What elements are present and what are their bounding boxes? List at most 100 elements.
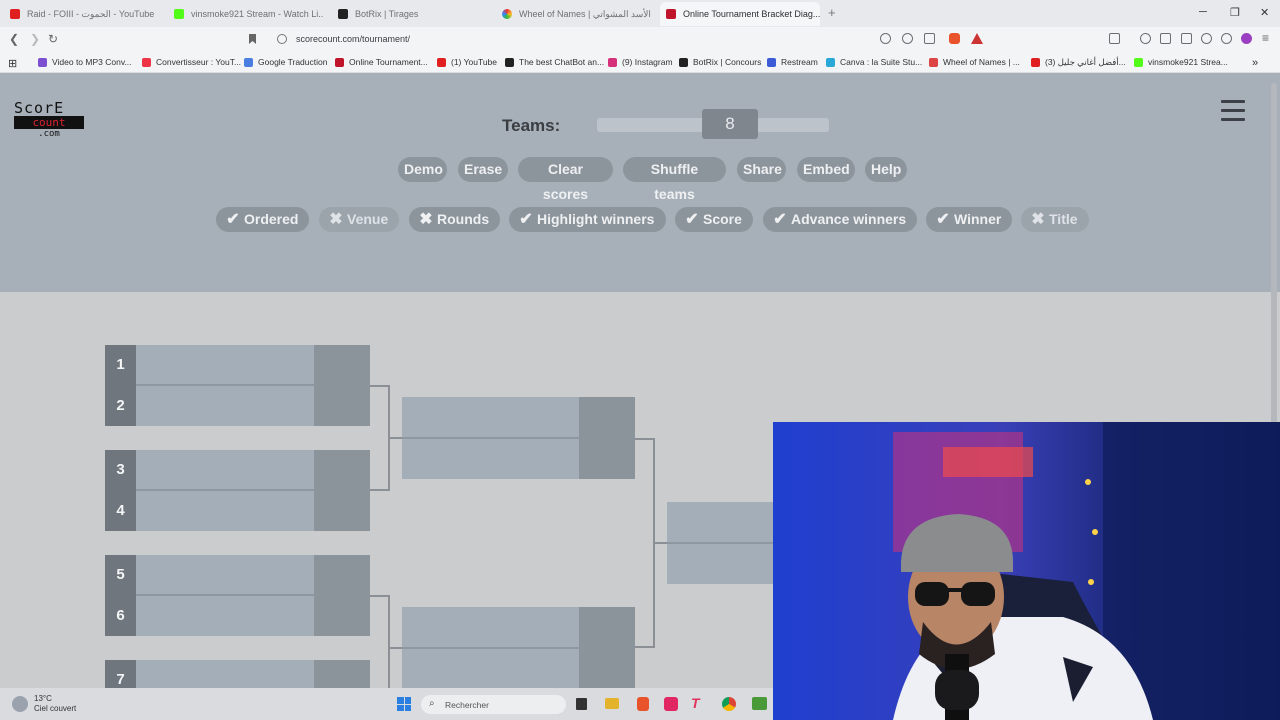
option-highlight-winners[interactable]: ✔ Highlight winners — [509, 207, 666, 232]
brave-browser-icon[interactable] — [637, 697, 649, 711]
option-winner[interactable]: ✔ Winner — [926, 207, 1012, 232]
demo-button[interactable]: Demo — [398, 157, 447, 182]
window-close-icon[interactable]: ✕ — [1260, 6, 1269, 19]
option-title[interactable]: ✖ Title — [1021, 207, 1089, 232]
hamburger-menu-icon[interactable] — [1221, 100, 1245, 122]
chrome-icon[interactable] — [722, 697, 736, 711]
share-icon[interactable] — [924, 33, 935, 44]
option-venue[interactable]: ✖ Venue — [319, 207, 399, 232]
bookmark-item[interactable]: The best ChatBot an... — [505, 57, 604, 67]
team-name-field[interactable] — [402, 397, 579, 437]
leo-icon[interactable] — [1201, 33, 1212, 44]
bookmark-item[interactable]: BotRix | Concours — [679, 57, 761, 67]
bookmark-item[interactable]: (3) أفضل أغاني جليل... — [1031, 57, 1126, 68]
tab-youtube-raid[interactable]: Raid - FOIII - الحموت - YouTube — [10, 4, 170, 24]
file-explorer-icon[interactable] — [605, 698, 619, 709]
clear-scores-button[interactable]: Clear scores — [518, 157, 613, 202]
option-advance-winners[interactable]: ✔ Advance winners — [763, 207, 917, 232]
bookmark-item[interactable]: vinsmoke921 Strea... — [1134, 57, 1228, 67]
score-field[interactable] — [579, 397, 635, 479]
bookmark-item[interactable]: (9) Instagram — [608, 57, 673, 67]
score-field[interactable] — [314, 555, 370, 636]
team-name-field[interactable] — [136, 555, 314, 595]
seed-number: 3 — [116, 461, 125, 478]
tab-kick-stream[interactable]: vinsmoke921 Stream - Watch Li... — [174, 4, 324, 24]
typora-icon[interactable]: T — [691, 695, 700, 711]
score-field[interactable] — [579, 607, 635, 688]
windows-start-icon[interactable] — [397, 697, 411, 711]
taskbar-search-box[interactable]: ⌕ Rechercher — [421, 695, 566, 714]
zoom-icon[interactable] — [902, 33, 913, 44]
more-menu-icon[interactable]: ≡ — [1262, 31, 1269, 45]
sidebar-icon[interactable] — [1160, 33, 1171, 44]
team-name-field[interactable] — [136, 491, 314, 531]
team-name-field[interactable] — [402, 649, 579, 688]
bookmark-icon[interactable] — [249, 34, 256, 44]
minimize-icon[interactable]: ─ — [1199, 6, 1207, 18]
teams-slider-thumb[interactable]: 8 — [702, 109, 758, 139]
media-icon[interactable] — [1140, 33, 1151, 44]
profile-icon[interactable] — [1241, 33, 1252, 44]
tab-botrix-tirages[interactable]: BotRix | Tirages — [338, 4, 488, 24]
option-rounds[interactable]: ✖ Rounds — [409, 207, 500, 232]
bookmark-item[interactable]: Online Tournament... — [335, 57, 428, 67]
bookmark-item[interactable]: Video to MP3 Conv... — [38, 57, 132, 67]
score-field[interactable] — [314, 345, 370, 426]
help-button[interactable]: Help — [865, 157, 907, 182]
bookmark-item[interactable]: Convertisseur : YouT... — [142, 57, 241, 67]
brave-shield-icon[interactable] — [949, 33, 960, 44]
url-field[interactable]: scorecount.com/tournament/ — [296, 34, 410, 44]
new-tab-button[interactable]: + — [828, 5, 836, 20]
team-name-field[interactable] — [136, 386, 314, 426]
task-view-icon[interactable] — [576, 698, 587, 710]
weather-icon[interactable] — [12, 696, 28, 712]
bookmark-favicon — [335, 57, 344, 67]
bookmark-favicon — [1031, 58, 1040, 67]
bookmark-item[interactable]: Canva : la Suite Stu... — [826, 57, 922, 67]
bookmark-item[interactable]: (1) YouTube — [437, 57, 497, 67]
logo-text-top: ScorE — [14, 99, 65, 117]
score-field[interactable] — [314, 660, 370, 688]
team-name-field[interactable] — [136, 660, 314, 688]
wallet-icon[interactable] — [1181, 33, 1192, 44]
screenshot-icon[interactable] — [1109, 33, 1120, 44]
team-name-field[interactable] — [136, 450, 314, 490]
tab-title: Online Tournament Bracket Diag... — [683, 9, 820, 19]
app-icon[interactable] — [752, 697, 767, 710]
cross-icon: ✖ — [329, 211, 343, 228]
vpn-icon[interactable] — [1221, 33, 1232, 44]
translate-icon[interactable] — [880, 33, 891, 44]
team-name-field[interactable] — [402, 607, 579, 647]
forward-icon[interactable]: ❯ — [30, 32, 40, 46]
webcam-image — [773, 422, 1280, 720]
reload-icon[interactable]: ↻ — [48, 32, 58, 46]
scorecount-logo[interactable]: ScorE count .com — [14, 101, 84, 143]
more-bookmarks-icon[interactable]: » — [1252, 57, 1258, 69]
option-score[interactable]: ✔ Score — [675, 207, 753, 232]
bracket-connector — [635, 438, 655, 440]
back-icon[interactable]: ❮ — [9, 32, 19, 46]
page-scrollbar[interactable] — [1271, 83, 1277, 423]
site-info-icon[interactable] — [277, 34, 287, 44]
tab-tournament-active[interactable]: Online Tournament Bracket Diag... ✕ — [660, 2, 820, 26]
team-name-field[interactable] — [136, 596, 314, 636]
bracket-connector — [370, 595, 390, 597]
erase-button[interactable]: Erase — [458, 157, 508, 182]
maximize-icon[interactable]: ❐ — [1230, 6, 1240, 19]
rewards-icon[interactable] — [971, 33, 983, 44]
bookmark-item[interactable]: Google Traduction — [244, 57, 327, 67]
option-ordered[interactable]: ✔ Ordered — [216, 207, 309, 232]
team-name-field[interactable] — [667, 502, 777, 542]
bookmark-item[interactable]: Wheel of Names | ... — [929, 57, 1020, 67]
team-name-field[interactable] — [402, 439, 579, 479]
tab-wheel-of-names[interactable]: Wheel of Names | أحلى الأسد المشواتي... — [502, 4, 652, 24]
score-field[interactable] — [314, 450, 370, 531]
team-name-field[interactable] — [667, 544, 777, 584]
bookmark-item[interactable]: Restream — [767, 57, 818, 67]
shuffle-teams-button[interactable]: Shuffle teams — [623, 157, 726, 202]
team-name-field[interactable] — [136, 345, 314, 385]
embed-button[interactable]: Embed — [797, 157, 855, 182]
share-button[interactable]: Share — [737, 157, 786, 182]
tiktok-icon[interactable] — [664, 697, 678, 711]
apps-icon[interactable]: ⊞ — [8, 57, 17, 70]
